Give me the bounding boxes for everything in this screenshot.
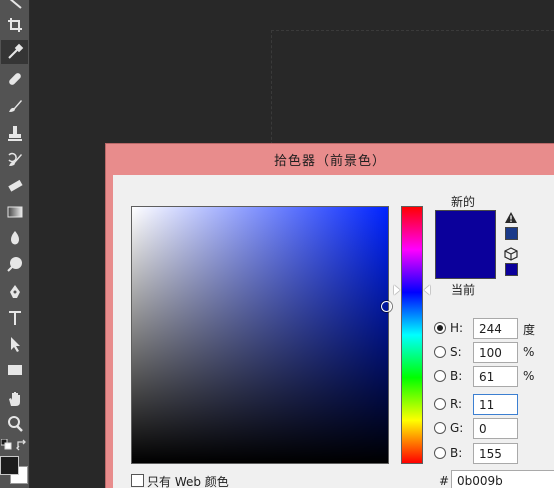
hand-tool[interactable] (1, 387, 28, 411)
in-gamut-color-swatch[interactable] (505, 227, 518, 240)
hue-slider-handle-right[interactable] (424, 285, 430, 295)
color-field-cursor[interactable] (381, 301, 392, 312)
saturation-unit: % (523, 345, 535, 359)
brightness-unit: % (523, 369, 535, 383)
brightness-radio[interactable] (434, 370, 446, 382)
line-icon (9, 0, 22, 9)
new-color-swatch (436, 211, 495, 245)
foreground-color-swatch[interactable] (0, 456, 19, 475)
color-preview (435, 210, 496, 279)
path-selection-tool[interactable] (1, 332, 28, 356)
eraser-icon (7, 179, 23, 192)
web-safe-cube-icon[interactable] (504, 247, 518, 261)
dodge-tool[interactable] (1, 252, 28, 276)
dodge-icon (6, 257, 22, 272)
rectangle-icon (7, 365, 22, 375)
web-colors-only-label: 只有 Web 颜色 (147, 475, 229, 488)
web-safe-color-swatch[interactable] (505, 263, 518, 276)
saturation-radio[interactable] (434, 346, 446, 358)
brightness-label: B: (450, 369, 463, 383)
history-brush-icon (7, 152, 22, 166)
bandage-icon (8, 73, 21, 85)
dialog-title: 拾色器（前景色） (273, 154, 386, 169)
hue-slider-handle-left[interactable] (394, 285, 400, 295)
hand-icon (8, 392, 20, 406)
document-edge (271, 30, 554, 31)
type-tool[interactable] (1, 306, 28, 330)
hue-field[interactable]: 244 (473, 318, 518, 339)
crop-tool[interactable] (1, 13, 28, 37)
red-field[interactable]: 11 (473, 394, 518, 415)
document-edge (271, 30, 272, 150)
default-colors-icon[interactable] (1, 439, 13, 451)
brightness-field[interactable]: 61 (473, 366, 518, 387)
hex-prefix: # (439, 474, 450, 488)
hex-field[interactable]: 0b009b (451, 470, 554, 488)
blur-icon (10, 231, 19, 245)
hue-radio[interactable] (434, 322, 446, 334)
saturation-brightness-field[interactable] (131, 206, 389, 464)
pen-icon (9, 285, 20, 298)
zoom-tool[interactable] (1, 412, 28, 436)
green-field[interactable]: 0 (473, 418, 518, 439)
saturation-label: S: (450, 345, 462, 359)
crop-icon (7, 18, 22, 32)
current-color-label: 当前 (451, 283, 476, 297)
red-label: R: (450, 397, 463, 411)
pen-tool[interactable] (1, 280, 28, 304)
gradient-icon (7, 206, 22, 218)
stamp-icon (7, 126, 22, 141)
magnifier-icon (7, 416, 23, 432)
color-picker-dialog: 拾色器（前景色） 新的 当前 H: 244 度 S: 100 % B: 61 %… (105, 143, 554, 488)
blue-field[interactable]: 155 (473, 443, 518, 464)
type-icon (8, 311, 21, 325)
blue-radio[interactable] (434, 447, 446, 459)
hue-label: H: (450, 321, 464, 335)
tools-panel (0, 0, 30, 488)
clone-stamp-tool[interactable] (1, 121, 28, 145)
red-radio[interactable] (434, 398, 446, 410)
brush-tool[interactable] (1, 94, 28, 118)
rectangle-tool[interactable] (1, 358, 28, 382)
eraser-tool[interactable] (1, 174, 28, 198)
blue-label: B: (450, 446, 463, 460)
eyedropper-icon (7, 43, 23, 59)
healing-brush-tool[interactable] (1, 67, 28, 91)
brush-icon (8, 100, 22, 112)
arrow-icon (10, 337, 20, 352)
history-brush-tool[interactable] (1, 148, 28, 172)
gamut-warning-icon[interactable] (504, 211, 518, 224)
eyedropper-tool[interactable] (1, 40, 28, 64)
web-colors-only-checkbox[interactable] (131, 474, 144, 487)
gradient-tool[interactable] (1, 200, 28, 224)
blur-tool[interactable] (1, 226, 28, 250)
hue-unit: 度 (523, 323, 536, 337)
green-label: G: (450, 421, 464, 435)
dialog-body: 新的 当前 H: 244 度 S: 100 % B: 61 % R: 11 G:… (113, 175, 554, 488)
saturation-field[interactable]: 100 (473, 342, 518, 363)
green-radio[interactable] (434, 422, 446, 434)
current-color-swatch[interactable] (436, 244, 495, 278)
swap-colors-icon[interactable] (16, 439, 28, 451)
new-color-label: 新的 (451, 195, 476, 209)
hue-slider[interactable] (401, 206, 423, 464)
